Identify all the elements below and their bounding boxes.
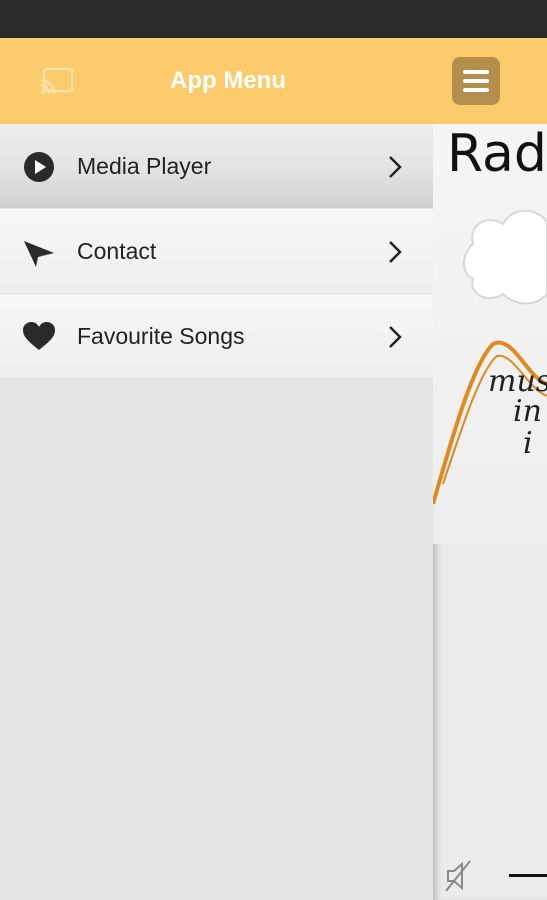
cast-icon[interactable] [40, 66, 76, 96]
main-header [433, 38, 547, 124]
logo-title: Rad [447, 124, 547, 184]
logo-tagline-2: in [513, 394, 542, 429]
logo-tagline-3: i [523, 426, 533, 461]
volume-slider-track[interactable] [509, 874, 547, 877]
drawer-menu-list: Media Player Contact Favourite Songs [0, 124, 433, 379]
drawer-title: App Menu [170, 67, 286, 94]
menu-item-label: Favourite Songs [77, 323, 245, 349]
station-logo: Rad mus in i [433, 124, 547, 544]
menu-item-media-player[interactable]: Media Player [0, 124, 433, 209]
menu-toggle-button[interactable] [452, 57, 500, 105]
status-bar [0, 0, 547, 38]
heart-icon [23, 322, 55, 350]
chevron-right-icon [389, 156, 402, 178]
hamburger-icon [463, 70, 489, 92]
paper-plane-icon [24, 241, 54, 267]
chevron-right-icon [389, 241, 402, 263]
chevron-right-icon [389, 326, 402, 348]
navigation-drawer: App Menu Media Player Contact Favourite … [0, 38, 433, 900]
speaker-muted-icon[interactable] [443, 858, 473, 894]
menu-item-contact[interactable]: Contact [0, 209, 433, 294]
play-circle-icon [24, 152, 54, 182]
main-content: Rad mus in i [433, 38, 547, 900]
drawer-header: App Menu [0, 38, 433, 124]
menu-item-label: Contact [77, 238, 157, 264]
menu-item-label: Media Player [77, 153, 212, 179]
menu-item-favourite-songs[interactable]: Favourite Songs [0, 294, 433, 379]
player-bar [433, 838, 547, 900]
